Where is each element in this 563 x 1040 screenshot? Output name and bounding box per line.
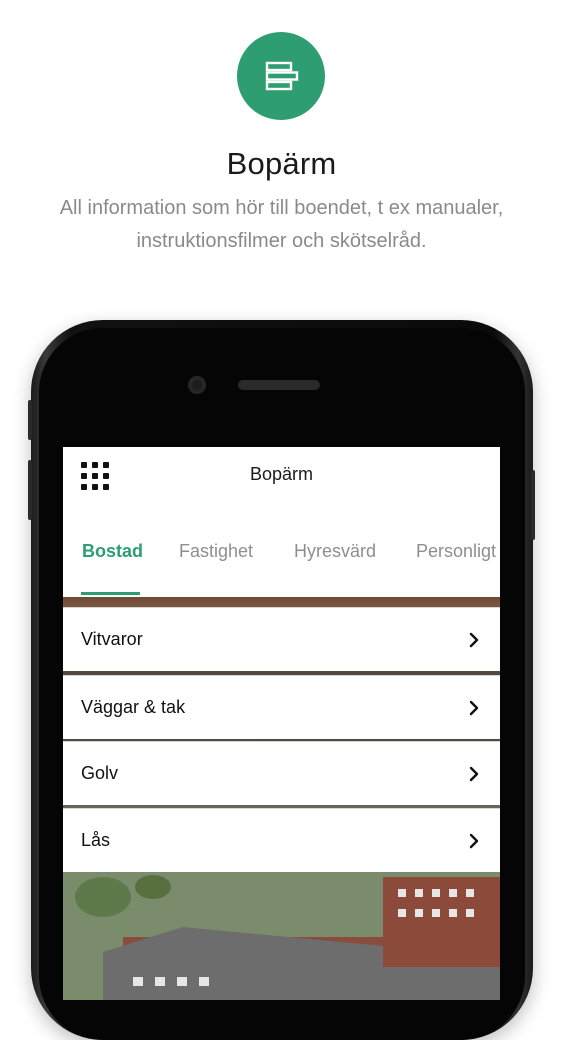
list-item[interactable]: Vitvaror xyxy=(63,607,500,671)
hero-description: All information som hör till boendet, t … xyxy=(59,197,504,252)
list-item[interactable]: Golv xyxy=(63,741,500,805)
list-item[interactable]: Väggar & tak xyxy=(63,675,500,739)
screen-title: Bopärm xyxy=(249,464,314,484)
phone-side-button xyxy=(28,400,32,440)
app-header: Bopärm xyxy=(63,447,500,505)
tab-bar: Bostad Fastighet Hyresvärd Personligt xyxy=(63,505,500,597)
tab-bostad[interactable]: Bostad xyxy=(82,541,143,562)
tab-hyresvard[interactable]: Hyresvärd xyxy=(294,541,376,562)
chevron-right-icon xyxy=(469,833,479,848)
hero-title: Bopärm xyxy=(226,146,337,181)
phone-side-button xyxy=(531,470,535,540)
phone-screen: Bopärm Bostad Fastighet Hyresvärd Person… xyxy=(63,447,500,1000)
earpiece-speaker xyxy=(238,380,320,390)
list-stack-icon xyxy=(265,61,299,91)
list-item-label: Golv xyxy=(81,763,119,783)
list-item[interactable]: Lås xyxy=(63,808,500,872)
active-tab-indicator xyxy=(81,592,140,595)
chevron-right-icon xyxy=(469,632,479,647)
phone-side-button xyxy=(28,460,32,520)
front-camera xyxy=(188,376,206,394)
chevron-right-icon xyxy=(469,700,479,715)
bopärm-badge xyxy=(237,32,325,120)
list-item-label: Vitvaror xyxy=(81,629,143,649)
tab-fastighet[interactable]: Fastighet xyxy=(179,541,253,562)
list-item-label: Lås xyxy=(81,830,111,850)
chevron-right-icon xyxy=(469,766,479,781)
list-item-label: Väggar & tak xyxy=(81,697,186,717)
tab-personligt[interactable]: Personligt xyxy=(416,541,496,562)
